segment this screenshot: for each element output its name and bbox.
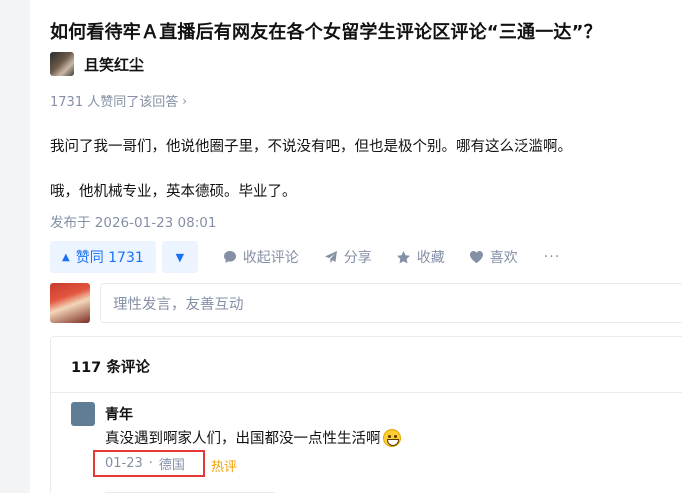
comments-count: 117 条评论 xyxy=(71,360,150,376)
chevron-right-icon: › xyxy=(182,93,188,108)
left-gutter xyxy=(0,0,30,493)
author-avatar[interactable] xyxy=(50,52,74,76)
upvote-summary-link[interactable]: 1731 人赞同了该回答 › xyxy=(50,91,188,111)
comment-bubble-icon xyxy=(222,249,238,265)
author-name[interactable]: 且笑红尘 xyxy=(84,54,144,75)
downvote-button[interactable]: ▼ xyxy=(161,241,198,273)
comment-meta-highlight: 01-23 · 德国 xyxy=(93,450,205,477)
grinning-face-icon xyxy=(382,428,401,447)
answer-paragraph: 我问了我一哥们，他说他圈子里，不说没有吧，但也是极个别。哪有这么泛滥啊。 xyxy=(50,139,572,155)
publish-time[interactable]: 发布于 2026-01-23 08:01 xyxy=(50,211,216,231)
paper-plane-icon xyxy=(323,249,339,265)
like-label: 喜欢 xyxy=(489,250,518,266)
like-button[interactable]: 喜欢 xyxy=(469,247,518,267)
comment-date: 01-23 xyxy=(105,456,143,471)
author-info: 且笑红尘 xyxy=(50,52,144,76)
share-label: 分享 xyxy=(343,250,372,266)
triangle-up-icon: ▲ xyxy=(62,251,70,263)
comments-panel: 117 条评论 · 青年 真没遇到啊家人们，出国都没一点性生活啊 01-23 ·… xyxy=(50,336,682,493)
more-options-button[interactable]: ··· xyxy=(544,249,560,265)
comment-text: 真没遇到啊家人们，出国都没一点性生活啊 xyxy=(105,431,381,447)
divider xyxy=(51,392,682,393)
commenter-name[interactable]: 青年 xyxy=(105,404,133,424)
meta-separator: · xyxy=(148,456,153,471)
answer-actions: ▲ 赞同 1731 ▼ 收起评论 分享 收藏 喜欢 ··· xyxy=(50,241,560,273)
current-user-avatar xyxy=(50,283,90,323)
favorite-label: 收藏 xyxy=(416,250,445,266)
upvote-summary-text: 1731 人赞同了该回答 xyxy=(50,95,179,110)
hot-comment-badge: 热评 xyxy=(211,460,238,475)
more-icon: ··· xyxy=(543,249,561,265)
triangle-down-icon: ▼ xyxy=(175,250,185,264)
comment-text-row: 真没遇到啊家人们，出国都没一点性生活啊 xyxy=(105,427,401,448)
comment-composer: 理性发言，友善互动 xyxy=(50,283,682,323)
answer-paragraph: 哦，他机械专业，英本德硕。毕业了。 xyxy=(50,184,297,200)
comment-location: 德国 xyxy=(158,458,185,473)
collapse-comments-label: 收起评论 xyxy=(242,250,299,266)
answer-card: 如何看待牢Ａ直播后有网友在各个女留学生评论区评论“三通一达”？ 且笑红尘 173… xyxy=(30,0,682,493)
share-button[interactable]: 分享 xyxy=(323,247,372,267)
star-icon xyxy=(396,249,412,265)
comment-input[interactable]: 理性发言，友善互动 xyxy=(100,283,682,323)
upvote-label: 赞同 1731 xyxy=(75,250,144,266)
favorite-button[interactable]: 收藏 xyxy=(396,247,445,267)
upvote-button[interactable]: ▲ 赞同 1731 xyxy=(50,241,156,273)
question-title[interactable]: 如何看待牢Ａ直播后有网友在各个女留学生评论区评论“三通一达”？ xyxy=(50,18,602,44)
collapse-comments-button[interactable]: 收起评论 xyxy=(222,247,299,267)
heart-icon xyxy=(469,249,485,265)
commenter-avatar[interactable]: · xyxy=(71,402,95,426)
